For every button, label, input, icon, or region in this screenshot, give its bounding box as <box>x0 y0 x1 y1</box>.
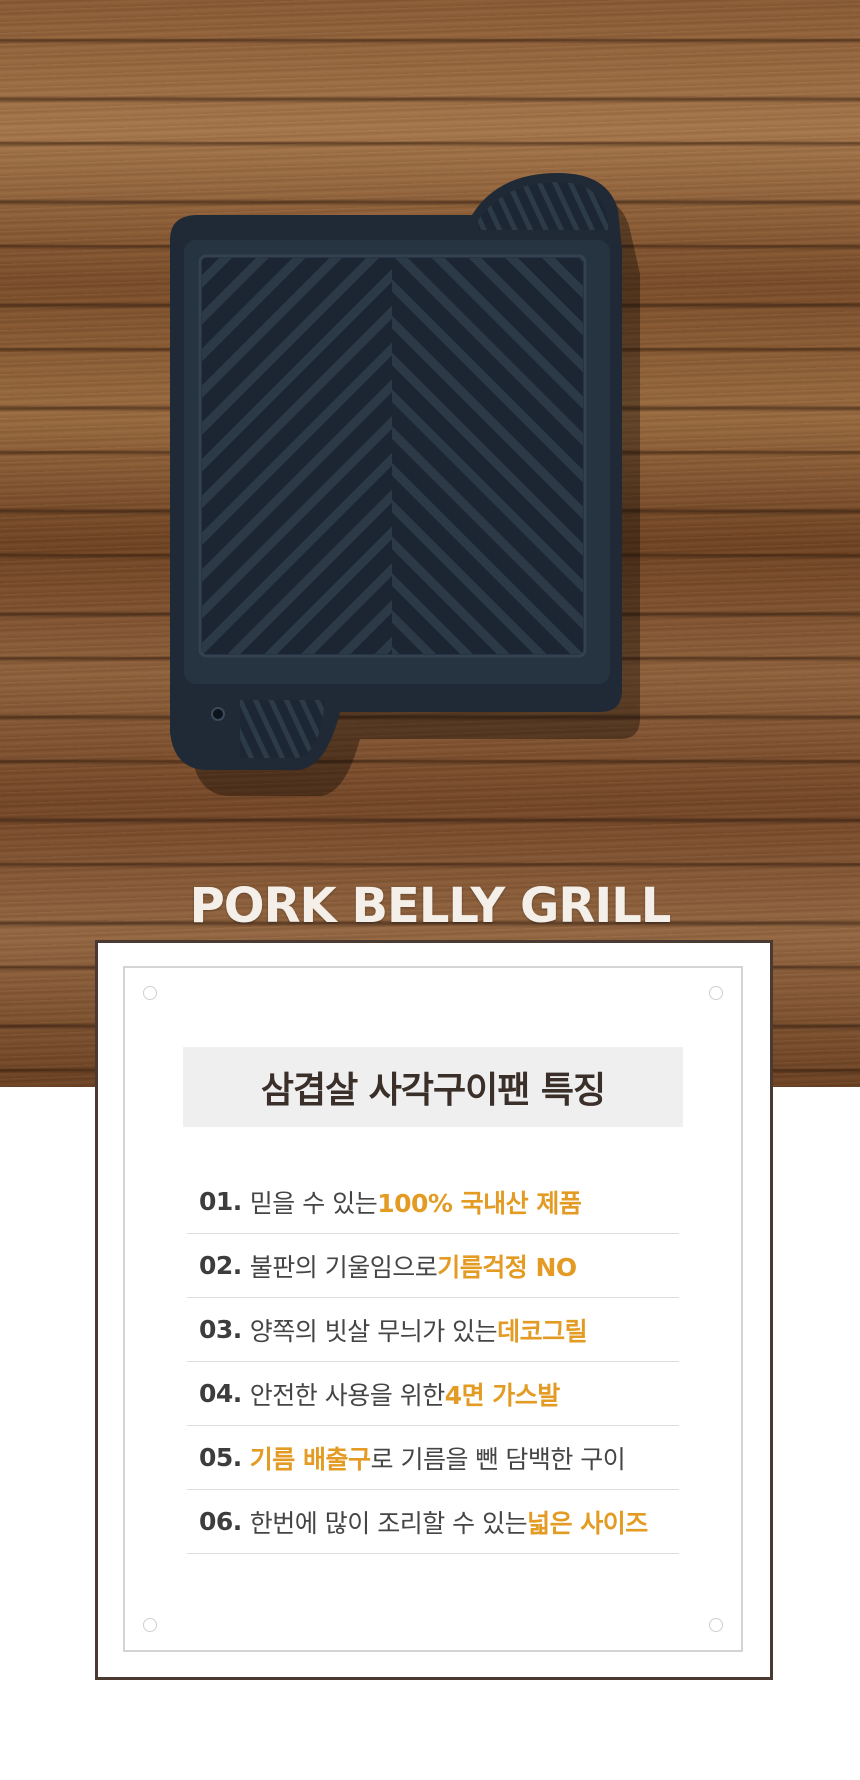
feature-number: 03. <box>199 1315 242 1344</box>
feature-card: 삼겹살 사각구이팬 특징 01. 믿을 수 있는 100% 국내산 제품 02.… <box>95 940 773 1680</box>
feature-heading: 삼겹살 사각구이팬 특징 <box>183 1047 683 1127</box>
corner-dot-icon <box>709 986 723 1000</box>
feature-item-03: 03. 양쪽의 빗살 무늬가 있는 데코그릴 <box>187 1298 679 1362</box>
feature-text: 양쪽의 빗살 무늬가 있는 <box>249 1316 498 1346</box>
feature-list: 01. 믿을 수 있는 100% 국내산 제품 02. 불판의 기울임으로 기름… <box>187 1170 679 1554</box>
feature-text: 안전한 사용을 위한 <box>249 1380 445 1410</box>
feature-item-06: 06. 한번에 많이 조리할 수 있는 넓은 사이즈 <box>187 1490 679 1554</box>
feature-highlight: 기름걱정 NO <box>437 1252 577 1282</box>
feature-highlight: 기름 배출구 <box>249 1444 371 1474</box>
feature-text-after: 로 기름을 뺀 담백한 구이 <box>370 1444 626 1474</box>
hero-title: PORK BELLY GRILL <box>189 878 672 934</box>
feature-number: 05. <box>199 1443 242 1472</box>
feature-highlight: 100% 국내산 제품 <box>377 1188 582 1218</box>
feature-item-02: 02. 불판의 기울임으로 기름걱정 NO <box>187 1234 679 1298</box>
feature-item-01: 01. 믿을 수 있는 100% 국내산 제품 <box>187 1170 679 1234</box>
feature-text: 믿을 수 있는 <box>249 1188 378 1218</box>
feature-item-05: 05. 기름 배출구 로 기름을 뺀 담백한 구이 <box>187 1426 679 1490</box>
corner-dot-icon <box>143 986 157 1000</box>
feature-card-inner: 삼겹살 사각구이팬 특징 01. 믿을 수 있는 100% 국내산 제품 02.… <box>123 966 743 1652</box>
corner-dot-icon <box>709 1618 723 1632</box>
feature-number: 06. <box>199 1507 242 1536</box>
feature-highlight: 넓은 사이즈 <box>527 1508 648 1538</box>
corner-dot-icon <box>143 1618 157 1632</box>
feature-number: 01. <box>199 1187 242 1216</box>
feature-text: 한번에 많이 조리할 수 있는 <box>249 1508 528 1538</box>
feature-highlight: 데코그릴 <box>497 1316 588 1346</box>
feature-highlight: 4면 가스발 <box>444 1380 561 1410</box>
feature-number: 02. <box>199 1251 242 1280</box>
wood-background: PORK BELLY GRILL <box>0 0 860 1087</box>
feature-text: 불판의 기울임으로 <box>249 1252 438 1282</box>
grill-pan-image <box>170 173 640 796</box>
feature-item-04: 04. 안전한 사용을 위한 4면 가스발 <box>187 1362 679 1426</box>
feature-number: 04. <box>199 1379 242 1408</box>
